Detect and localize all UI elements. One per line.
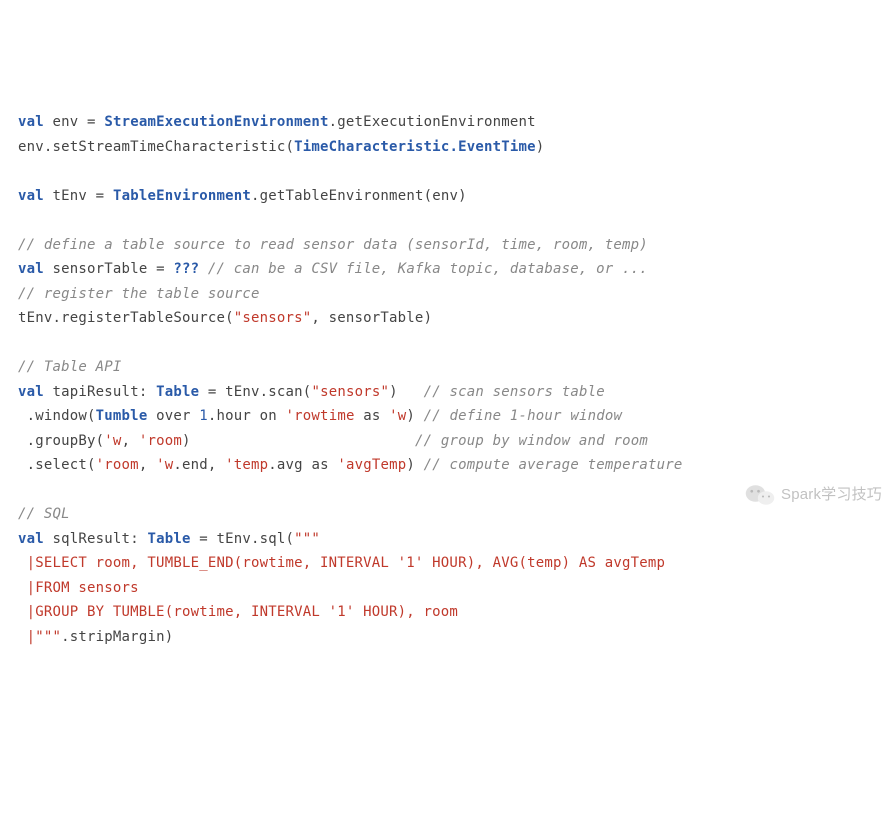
code-block: val env = StreamExecutionEnvironment.get… (18, 110, 876, 649)
keyword-val: val (18, 114, 44, 130)
symbol-rowtime: 'rowtime (286, 408, 355, 424)
sql-from: |FROM sensors (18, 580, 139, 596)
comment-register-table-source: // register the table source (18, 286, 260, 302)
sql-groupby: |GROUP BY TUMBLE(rowtime, INTERVAL '1' H… (18, 604, 458, 620)
var-sensortable: sensorTable (53, 261, 148, 277)
triple-quote-open: """ (294, 531, 320, 547)
symbol-avgtemp: 'avgTemp (337, 457, 406, 473)
enum-timecharacteristic: TimeCharacteristic.EventTime (294, 139, 536, 155)
triple-quote-close: """ (35, 629, 61, 645)
string-sensors: "sensors" (234, 310, 312, 326)
symbol-room: 'room (139, 433, 182, 449)
type-tableenvironment: TableEnvironment (113, 188, 251, 204)
var-tenv: tEnv (53, 188, 88, 204)
var-env: env (53, 114, 79, 130)
comment-define-table-source: // define a table source to read sensor … (18, 237, 648, 253)
symbol-temp: 'temp (225, 457, 268, 473)
type-streamexecenv: StreamExecutionEnvironment (104, 114, 328, 130)
type-tumble: Tumble (96, 408, 148, 424)
sql-select: |SELECT room, TUMBLE_END(rowtime, INTERV… (18, 555, 665, 571)
symbol-w: 'w (389, 408, 406, 424)
watermark-text: Spark学习技巧 (781, 482, 882, 508)
var-tapiresult: tapiResult (53, 384, 139, 400)
type-table: Table (156, 384, 199, 400)
comment-sql: // SQL (18, 506, 70, 522)
watermark: Spark学习技巧 (745, 482, 882, 508)
placeholder-qmarks: ??? (173, 261, 199, 277)
var-sqlresult: sqlResult (53, 531, 131, 547)
wechat-icon (745, 483, 775, 507)
comment-table-api: // Table API (18, 359, 122, 375)
